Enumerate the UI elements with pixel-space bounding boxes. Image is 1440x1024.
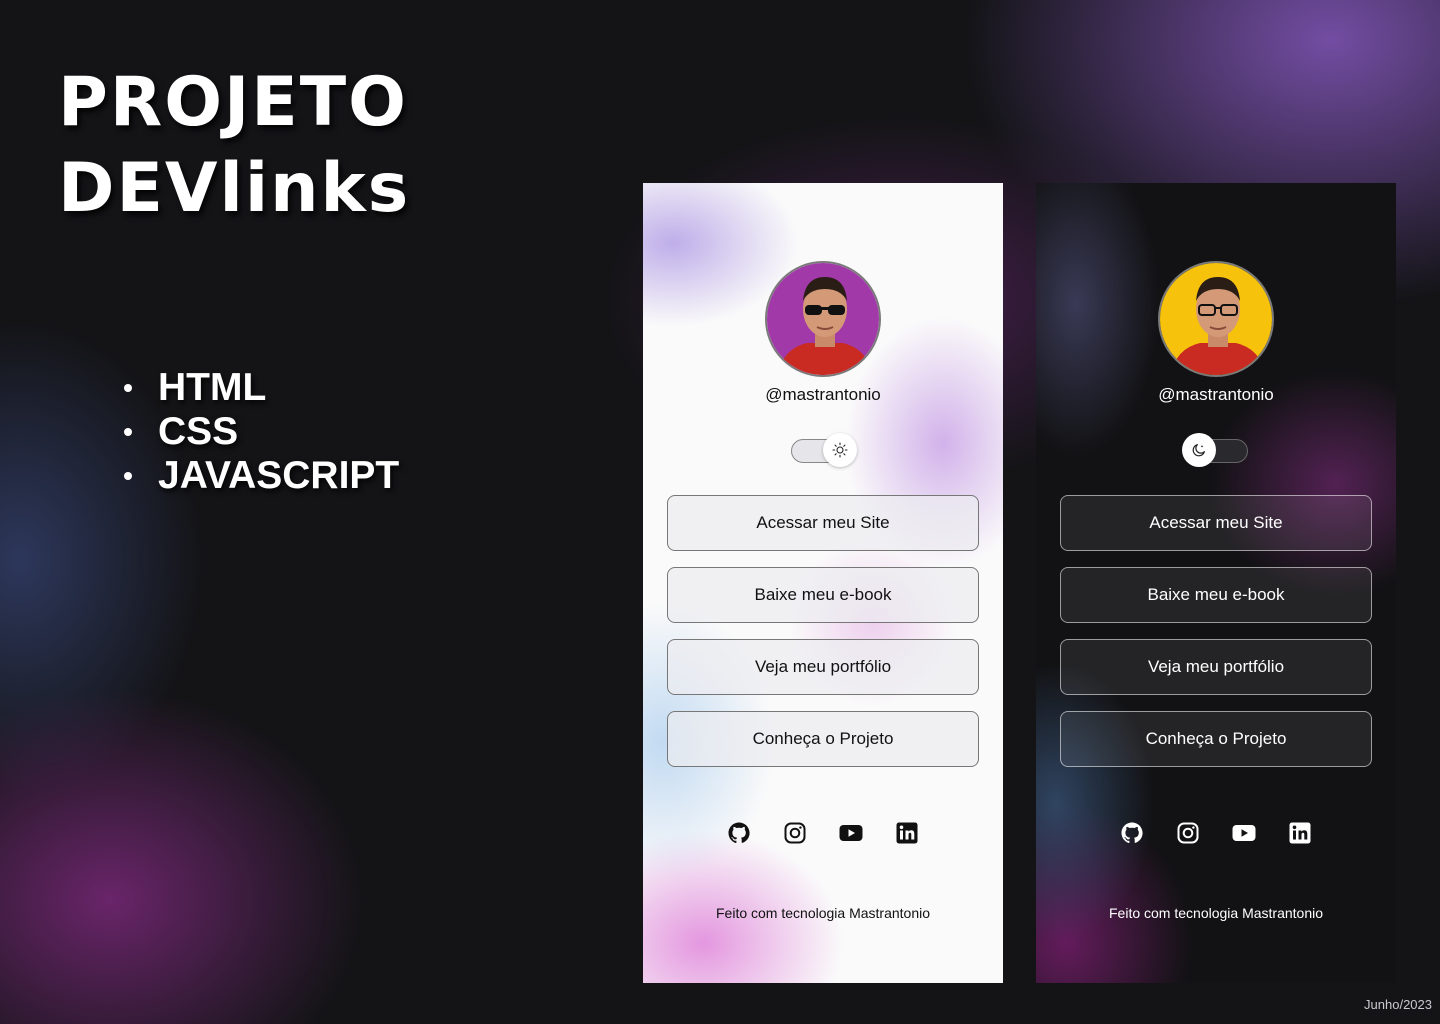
youtube-icon[interactable]: [839, 821, 863, 845]
date-stamp: Junho/2023: [1364, 997, 1432, 1012]
bullet-icon: [124, 428, 132, 436]
avatar: [1158, 261, 1274, 377]
github-icon[interactable]: [1120, 821, 1144, 845]
bullet-icon: [124, 472, 132, 480]
footer-credit: Feito com tecnologia Mastrantonio: [716, 905, 930, 921]
avatar: [765, 261, 881, 377]
hero-title-line2: DEVlinks: [58, 149, 411, 228]
ebook-link-button[interactable]: Baixe meu e-book: [667, 567, 979, 623]
site-link-button[interactable]: Acessar meu Site: [667, 495, 979, 551]
site-link-button[interactable]: Acessar meu Site: [1060, 495, 1372, 551]
avatar-photo: [1160, 263, 1272, 375]
youtube-icon[interactable]: [1232, 821, 1256, 845]
github-icon[interactable]: [727, 821, 751, 845]
project-link-button[interactable]: Conheça o Projeto: [1060, 711, 1372, 767]
toggle-knob[interactable]: [1182, 433, 1216, 467]
theme-toggle[interactable]: [1182, 433, 1248, 467]
instagram-icon[interactable]: [1176, 821, 1200, 845]
linkedin-icon[interactable]: [1288, 821, 1312, 845]
social-links: [1036, 821, 1396, 845]
avatar-photo: [767, 263, 879, 375]
ebook-link-button[interactable]: Baixe meu e-book: [1060, 567, 1372, 623]
username: @mastrantonio: [1158, 385, 1274, 404]
technology-item: JAVASCRIPT: [124, 454, 399, 498]
bullet-icon: [124, 384, 132, 392]
technology-item: CSS: [124, 410, 399, 454]
sun-icon: [832, 442, 848, 458]
toggle-knob[interactable]: [823, 433, 857, 467]
instagram-icon[interactable]: [783, 821, 807, 845]
footer-credit: Feito com tecnologia Mastrantonio: [1109, 905, 1323, 921]
hero-title: PROJETO DEVlinks: [58, 60, 410, 232]
theme-toggle[interactable]: [791, 433, 857, 467]
technology-item: HTML: [124, 366, 399, 410]
dark-theme-preview: @mastrantonio Acessar meu Site Baixe meu…: [1036, 183, 1396, 983]
moon-icon: [1192, 444, 1205, 457]
portfolio-link-button[interactable]: Veja meu portfólio: [667, 639, 979, 695]
portfolio-link-button[interactable]: Veja meu portfólio: [1060, 639, 1372, 695]
technology-list: HTML CSS JAVASCRIPT: [124, 366, 399, 498]
social-links: [643, 821, 1003, 845]
linkedin-icon[interactable]: [895, 821, 919, 845]
light-theme-preview: @mastrantonio Acessar meu Site Baixe meu…: [643, 183, 1003, 983]
hero-title-line1: PROJETO: [58, 63, 408, 142]
username: @mastrantonio: [765, 385, 881, 404]
project-link-button[interactable]: Conheça o Projeto: [667, 711, 979, 767]
